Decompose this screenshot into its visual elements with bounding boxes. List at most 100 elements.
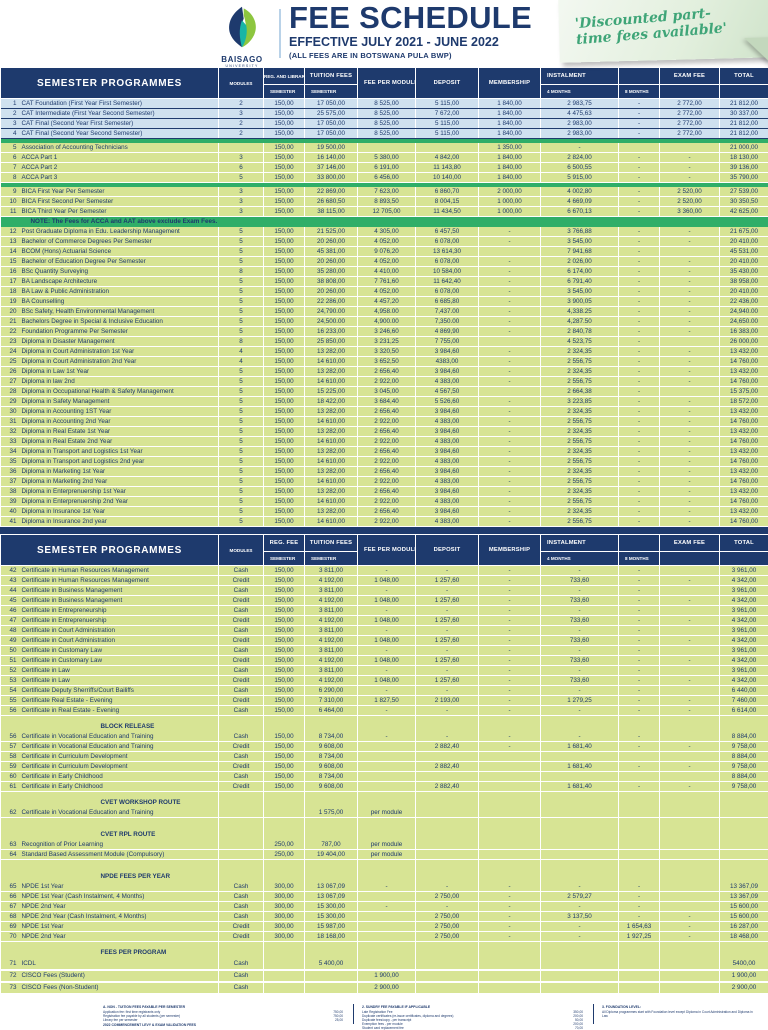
programme-name: Diploma in Real Estate 1st Year <box>22 428 111 435</box>
modules-cell <box>219 798 264 808</box>
programme-name-cell: 4CAT Final (Second Year Second Semester) <box>1 129 219 139</box>
instalment-8m-cell: 1 927,25 <box>619 932 660 942</box>
reg-fee-cell: 150,00 <box>264 646 305 656</box>
programme-name-cell: 60Certificate in Early Childhood <box>1 772 219 782</box>
modules-cell: Credit <box>219 636 264 646</box>
col-8-months: 8 MONTHS <box>619 552 660 566</box>
col-membership: MEMBERSHIP <box>479 535 541 566</box>
programme-name: Association of Accounting Technicians <box>22 144 128 151</box>
fee-row: 54Certificate Deputy Sherriffs/Court Bai… <box>1 686 768 696</box>
row-number: 65 <box>1 882 17 891</box>
instalment-8m-cell <box>619 798 660 808</box>
reg-fee-cell <box>264 970 305 982</box>
fee-per-module-cell <box>358 948 416 958</box>
exam-fee-cell: - <box>660 447 720 457</box>
exam-fee-cell <box>660 892 720 902</box>
row-number: 67 <box>1 902 17 911</box>
deposit-cell: 2 882,40 <box>416 742 479 752</box>
total-cell: 35 430,00 <box>720 267 768 277</box>
tuition-cell: 9 608,00 <box>305 782 358 792</box>
membership-cell: - <box>479 427 541 437</box>
instalment-4m-cell: 1 681,40 <box>541 742 619 752</box>
row-number: 56 <box>1 732 17 741</box>
fee-row: 9BICA First Year Per Semester3150,0022 8… <box>1 187 768 197</box>
reg-fee-cell: 150,00 <box>264 247 305 257</box>
col-total-sub <box>720 85 768 99</box>
instalment-8m-cell: - <box>619 517 660 527</box>
table1-body: 1CAT Foundation (First Year First Semest… <box>1 99 768 527</box>
programme-name: Diploma in Safety Management <box>22 398 110 405</box>
tuition-cell: 15 300,00 <box>305 912 358 922</box>
fee-row: 29Diploma in Safety Management5150,0018 … <box>1 397 768 407</box>
instalment-4m-cell: 733,60 <box>541 616 619 626</box>
membership-cell <box>479 247 541 257</box>
programme-name-cell: 23Diploma in Disaster Management <box>1 337 219 347</box>
programme-name-cell: 63Recognition of Prior Learning <box>1 840 219 850</box>
fee-row: 24Diploma in Court Administration 1st Ye… <box>1 347 768 357</box>
instalment-8m-cell: - <box>619 119 660 129</box>
modules-cell <box>219 872 264 882</box>
fee-row: 45Certificate in Business ManagementCred… <box>1 596 768 606</box>
fee-row: 51Certificate in Customary LawCredit150,… <box>1 656 768 666</box>
deposit-cell <box>416 798 479 808</box>
modules-cell: 3 <box>219 197 264 207</box>
programme-name: Diploma in Transport and Logistics 1st Y… <box>22 448 143 455</box>
instalment-8m-cell: - <box>619 129 660 139</box>
deposit-cell: 5 115,00 <box>416 119 479 129</box>
programme-name: Diploma in Accounting 2nd Year <box>22 418 111 425</box>
total-cell: 18 468,00 <box>720 932 768 942</box>
fee-per-module-cell <box>358 932 416 942</box>
programme-name: Diploma in Accounting 1ST Year <box>22 408 112 415</box>
modules-cell: 5 <box>219 497 264 507</box>
row-number: 26 <box>1 367 17 376</box>
total-cell: 14 760,00 <box>720 477 768 487</box>
tuition-cell: 17 050,00 <box>305 99 358 109</box>
col-exam-sub <box>660 85 720 99</box>
modules-cell: 5 <box>219 427 264 437</box>
reg-fee-cell: 150,00 <box>264 626 305 636</box>
deposit-cell: 2 750,00 <box>416 932 479 942</box>
fee-row: 20BSc Safety, Health Environmental Manag… <box>1 307 768 317</box>
total-cell: 13 367,09 <box>720 882 768 892</box>
fee-per-module-cell: 1 048,00 <box>358 676 416 686</box>
row-number: 69 <box>1 922 17 931</box>
instalment-8m-cell: - <box>619 742 660 752</box>
membership-cell: - <box>479 227 541 237</box>
exam-fee-cell: - <box>660 457 720 467</box>
instalment-4m-cell: 2 324,35 <box>541 367 619 377</box>
deposit-cell: 4 383,00 <box>416 517 479 527</box>
programme-name-cell: 12Post Graduate Diploma in Edu. Leadersh… <box>1 227 219 237</box>
instalment-8m-cell: 1 654,63 <box>619 922 660 932</box>
fee-row: 33Diploma in Real Estate 2nd Year5150,00… <box>1 437 768 447</box>
membership-cell: - <box>479 922 541 932</box>
instalment-8m-cell: - <box>619 706 660 716</box>
reg-fee-cell: 250,00 <box>264 840 305 850</box>
reg-fee-cell: 150,00 <box>264 337 305 347</box>
programme-name: CISCO Fees (Student) <box>22 972 85 979</box>
exam-fee-cell: - <box>660 417 720 427</box>
section-label: CVET WORKSHOP ROUTE <box>1 798 219 808</box>
membership-cell: - <box>479 327 541 337</box>
exam-fee-cell: - <box>660 706 720 716</box>
fee-per-module-cell: 2 656,40 <box>358 467 416 477</box>
instalment-8m-cell: - <box>619 497 660 507</box>
instalment-4m-cell <box>541 850 619 860</box>
total-cell: 3 961,00 <box>720 646 768 656</box>
total-cell: 42 625,00 <box>720 207 768 217</box>
membership-cell: - <box>479 347 541 357</box>
reg-fee-cell: 150,00 <box>264 119 305 129</box>
instalment-8m-cell: - <box>619 437 660 447</box>
exam-fee-cell <box>660 387 720 397</box>
programme-name-cell: 56Certificate in Vocational Education an… <box>1 732 219 742</box>
deposit-cell: 8 004,15 <box>416 197 479 207</box>
row-number: 71 <box>1 959 17 968</box>
tuition-cell: 14 610,00 <box>305 477 358 487</box>
instalment-8m-cell <box>619 808 660 818</box>
sticky-note: 'Discounted part- time fees available' <box>558 0 768 63</box>
modules-cell: Cash <box>219 626 264 636</box>
tuition-cell: 15 225,00 <box>305 387 358 397</box>
programme-name: Certificate in Vocational Education and … <box>22 809 154 816</box>
deposit-cell: 7,350.00 <box>416 317 479 327</box>
row-number: 68 <box>1 912 17 921</box>
deposit-cell: 11 434,50 <box>416 207 479 217</box>
